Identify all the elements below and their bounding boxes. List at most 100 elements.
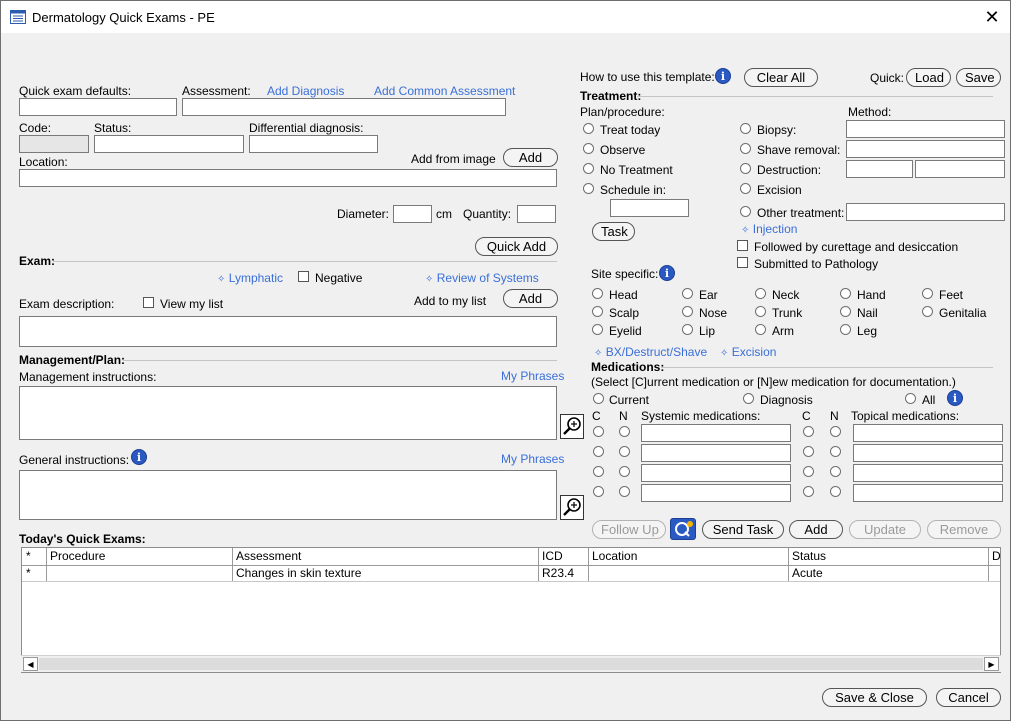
site-radio-eyelid[interactable]: [592, 324, 603, 335]
topical-n-radio-3[interactable]: [830, 466, 841, 477]
table-cell[interactable]: *: [22, 565, 31, 582]
systemic-n-radio-3[interactable]: [619, 466, 630, 477]
site-radio-nose[interactable]: [682, 306, 693, 317]
task-button[interactable]: Task: [592, 222, 635, 241]
site-radio-ear[interactable]: [682, 288, 693, 299]
injection-link[interactable]: ✧ Injection: [741, 222, 797, 236]
differential-diagnosis-input[interactable]: [249, 135, 378, 153]
update-button[interactable]: Update: [849, 520, 921, 539]
add-to-my-list-button[interactable]: Add: [503, 289, 558, 308]
send-task-button[interactable]: Send Task: [702, 520, 784, 539]
topical-c-radio-2[interactable]: [803, 446, 814, 457]
column-header[interactable]: Assessment: [232, 548, 301, 565]
column-header[interactable]: ICD: [538, 548, 563, 565]
biopsy-input[interactable]: [846, 120, 1005, 138]
method-radio-other-treatment[interactable]: [740, 206, 751, 217]
column-header[interactable]: Procedure: [46, 548, 105, 565]
topical-c-radio-4[interactable]: [803, 486, 814, 497]
topical-n-radio-1[interactable]: [830, 426, 841, 437]
method-radio-excision[interactable]: [740, 183, 751, 194]
all-radio[interactable]: [905, 393, 916, 404]
clear-all-button[interactable]: Clear All: [744, 68, 818, 87]
column-header[interactable]: Status: [788, 548, 826, 565]
method-radio-destruction[interactable]: [740, 163, 751, 174]
site-specific-info-icon[interactable]: i: [659, 265, 675, 281]
view-my-list-checkbox[interactable]: [143, 297, 154, 308]
topical-medication-input-1[interactable]: [853, 424, 1003, 442]
info-icon[interactable]: i: [131, 449, 147, 465]
table-cell[interactable]: R23.4: [538, 565, 574, 582]
site-radio-feet[interactable]: [922, 288, 933, 299]
bx-destruct-shave-link[interactable]: ✧ BX/Destruct/Shave: [594, 345, 707, 359]
plan-radio-no-treatment[interactable]: [583, 163, 594, 174]
add-from-image-button[interactable]: Add: [503, 148, 558, 167]
diagnosis-radio[interactable]: [743, 393, 754, 404]
other-treatment-input[interactable]: [846, 203, 1005, 221]
destruction-input-1[interactable]: [846, 160, 913, 178]
site-radio-genitalia[interactable]: [922, 306, 933, 317]
curettage-checkbox[interactable]: [737, 240, 748, 251]
topical-medication-input-3[interactable]: [853, 464, 1003, 482]
site-radio-scalp[interactable]: [592, 306, 603, 317]
systemic-c-radio-2[interactable]: [593, 446, 604, 457]
systemic-n-radio-1[interactable]: [619, 426, 630, 437]
quick-exam-defaults-input[interactable]: [19, 98, 177, 116]
systemic-n-radio-4[interactable]: [619, 486, 630, 497]
shave-removal-input[interactable]: [846, 140, 1005, 158]
site-radio-leg[interactable]: [840, 324, 851, 335]
remove-button[interactable]: Remove: [927, 520, 1001, 539]
systemic-medication-input-1[interactable]: [641, 424, 791, 442]
method-radio-biopsy[interactable]: [740, 123, 751, 134]
assessment-input[interactable]: [182, 98, 506, 116]
add-quick-exam-button[interactable]: Add: [789, 520, 843, 539]
table-cell[interactable]: Changes in skin texture: [232, 565, 361, 582]
table-cell[interactable]: [588, 565, 592, 582]
scroll-right-icon[interactable]: ▶: [984, 657, 999, 671]
quick-save-button[interactable]: Save: [956, 68, 1001, 87]
site-radio-head[interactable]: [592, 288, 603, 299]
close-icon[interactable]: ✕: [980, 5, 1004, 29]
location-input[interactable]: [19, 169, 557, 187]
schedule-in-input[interactable]: [610, 199, 689, 217]
zoom-icon-2[interactable]: [560, 495, 584, 520]
save-close-button[interactable]: Save & Close: [822, 688, 927, 707]
management-instructions-input[interactable]: [19, 386, 557, 440]
systemic-c-radio-1[interactable]: [593, 426, 604, 437]
column-header[interactable]: Location: [588, 548, 637, 565]
task-send-icon[interactable]: [670, 518, 696, 540]
medications-info-icon[interactable]: i: [947, 390, 963, 406]
site-radio-lip[interactable]: [682, 324, 693, 335]
systemic-medication-input-3[interactable]: [641, 464, 791, 482]
diameter-input[interactable]: [393, 205, 432, 223]
topical-n-radio-2[interactable]: [830, 446, 841, 457]
site-radio-hand[interactable]: [840, 288, 851, 299]
column-header[interactable]: *: [22, 548, 31, 565]
quick-load-button[interactable]: Load: [906, 68, 951, 87]
column-header[interactable]: D: [988, 548, 1000, 565]
review-of-systems-link[interactable]: ✧ Review of Systems: [425, 271, 539, 285]
topical-n-radio-4[interactable]: [830, 486, 841, 497]
systemic-n-radio-2[interactable]: [619, 446, 630, 457]
cancel-button[interactable]: Cancel: [936, 688, 1001, 707]
topical-c-radio-3[interactable]: [803, 466, 814, 477]
method-radio-shave-removal[interactable]: [740, 143, 751, 154]
exam-description-input[interactable]: [19, 316, 557, 347]
quick-add-button[interactable]: Quick Add: [475, 237, 558, 256]
table-cell[interactable]: [46, 565, 50, 582]
excision-link[interactable]: ✧ Excision: [720, 345, 776, 359]
follow-up-button[interactable]: Follow Up: [592, 520, 666, 539]
lymphatic-link[interactable]: ✧ Lymphatic: [217, 271, 283, 285]
quantity-input[interactable]: [517, 205, 556, 223]
negative-checkbox[interactable]: [298, 271, 309, 282]
plan-radio-treat-today[interactable]: [583, 123, 594, 134]
status-input[interactable]: [94, 135, 244, 153]
plan-radio-schedule-in[interactable]: [583, 183, 594, 194]
zoom-icon[interactable]: [560, 414, 584, 439]
systemic-medication-input-2[interactable]: [641, 444, 791, 462]
add-common-assessment-link[interactable]: Add Common Assessment: [374, 84, 515, 98]
my-phrases-link-2[interactable]: My Phrases: [501, 452, 564, 466]
site-radio-neck[interactable]: [755, 288, 766, 299]
general-instructions-input[interactable]: [19, 470, 557, 520]
site-radio-arm[interactable]: [755, 324, 766, 335]
topical-medication-input-2[interactable]: [853, 444, 1003, 462]
